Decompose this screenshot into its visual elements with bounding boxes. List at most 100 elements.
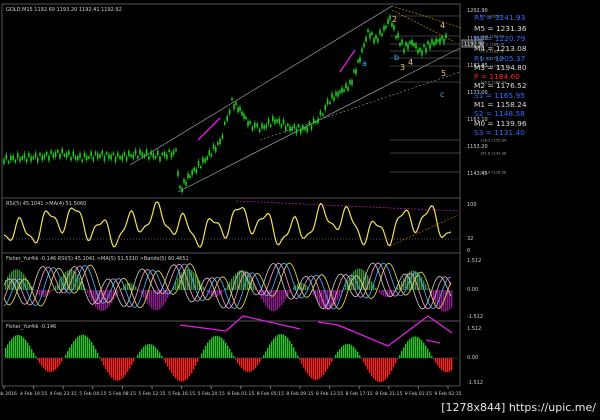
histogram-bar xyxy=(277,290,278,310)
histogram-bar xyxy=(273,339,274,358)
candle-body xyxy=(395,36,397,39)
histogram-bar xyxy=(129,358,130,369)
histogram-bar xyxy=(191,358,192,373)
fisher-a-level: 0.00 xyxy=(467,287,478,293)
candle-body xyxy=(97,154,99,159)
histogram-bar xyxy=(197,358,198,362)
histogram-bar xyxy=(223,290,224,291)
histogram-bar xyxy=(375,288,376,290)
candle-body xyxy=(423,45,425,47)
candle-body xyxy=(409,41,411,43)
histogram-bar xyxy=(193,358,194,370)
candle-body xyxy=(405,42,407,46)
histogram-bar xyxy=(271,341,272,358)
histogram-bar xyxy=(103,358,104,365)
histogram-bar xyxy=(425,284,426,290)
histogram-bar xyxy=(381,290,382,295)
candle-body xyxy=(73,151,75,156)
candle-body xyxy=(237,108,239,113)
histogram-bar xyxy=(17,335,18,358)
candle-body xyxy=(231,98,233,100)
candle-body xyxy=(243,114,245,119)
candle-body xyxy=(196,169,198,173)
histogram-bar xyxy=(369,358,370,373)
histogram-bar xyxy=(171,358,172,373)
histogram-bar xyxy=(307,358,308,374)
candle-body xyxy=(213,145,215,150)
histogram-bar xyxy=(313,358,314,380)
candle-body xyxy=(315,121,317,123)
candle-body xyxy=(254,123,256,128)
candle-body xyxy=(17,153,19,158)
candle-body xyxy=(343,89,345,91)
candle-body xyxy=(353,70,355,73)
histogram-bar xyxy=(85,336,86,358)
histogram-bar xyxy=(89,290,90,297)
histogram-bar xyxy=(95,290,96,307)
histogram-bar xyxy=(77,337,78,358)
candle-body xyxy=(371,32,373,35)
candle-body xyxy=(86,156,88,161)
histogram-bar xyxy=(339,290,340,297)
histogram-bar xyxy=(227,285,228,290)
rsi-level: 32 xyxy=(467,236,473,242)
candle-body xyxy=(431,39,433,43)
histogram-bar xyxy=(267,348,268,358)
histogram-bar xyxy=(257,358,258,365)
trading-chart[interactable]: GOLD,M15 1192.69 1193.20 1192.41 1192.92… xyxy=(0,0,600,416)
histogram-bar xyxy=(51,358,52,372)
candle-body xyxy=(15,160,17,163)
candle-body xyxy=(266,125,268,129)
candle-body xyxy=(289,126,291,131)
histogram-bar xyxy=(345,284,346,290)
histogram-bar xyxy=(147,344,148,358)
time-label: 8 Feb 09:15 xyxy=(286,391,313,397)
candle-body xyxy=(337,92,339,97)
histogram-bar xyxy=(333,290,334,306)
histogram-bar xyxy=(263,355,264,358)
candle-body xyxy=(48,156,50,161)
histogram-bar xyxy=(45,358,46,370)
candle-body xyxy=(224,122,226,125)
histogram-bar xyxy=(331,358,332,362)
histogram-bar xyxy=(31,349,32,358)
pivot-label: M0 = 1139.96 xyxy=(474,119,527,128)
histogram-bar xyxy=(371,358,372,376)
histogram-bar xyxy=(225,288,226,290)
candle-body xyxy=(21,157,23,160)
histogram-bar xyxy=(49,358,50,372)
histogram-bar xyxy=(305,358,306,371)
histogram-bar xyxy=(107,358,108,373)
wave-label: c xyxy=(440,90,444,99)
candle-body xyxy=(268,119,270,124)
candle-body xyxy=(385,26,387,29)
candle-body xyxy=(171,153,173,158)
histogram-bar xyxy=(215,336,216,358)
candle-body xyxy=(274,120,276,124)
histogram-bar xyxy=(155,347,156,358)
candle-body xyxy=(124,152,126,155)
histogram-bar xyxy=(71,344,72,358)
candle-body xyxy=(88,156,90,158)
histogram-bar xyxy=(323,290,324,308)
histogram-bar xyxy=(87,337,88,358)
histogram-bar xyxy=(169,358,170,370)
candle-body xyxy=(433,42,435,46)
histogram-bar xyxy=(269,344,270,358)
candle-body xyxy=(200,166,202,168)
histogram-bar xyxy=(423,343,424,358)
candle-body xyxy=(324,105,326,110)
pivot-label: R4 = 1220.79 xyxy=(474,34,526,43)
histogram-bar xyxy=(253,358,254,370)
candle-body xyxy=(179,186,181,189)
candle-body xyxy=(313,118,315,123)
candle-body xyxy=(206,157,208,160)
histogram-bar xyxy=(445,290,446,312)
candle-body xyxy=(399,43,401,46)
histogram-bar xyxy=(133,358,134,362)
histogram-bar xyxy=(9,274,10,290)
histogram-bar xyxy=(279,334,280,358)
histogram-bar xyxy=(373,358,374,378)
histogram-bar xyxy=(247,358,248,372)
histogram-bar xyxy=(79,335,80,358)
